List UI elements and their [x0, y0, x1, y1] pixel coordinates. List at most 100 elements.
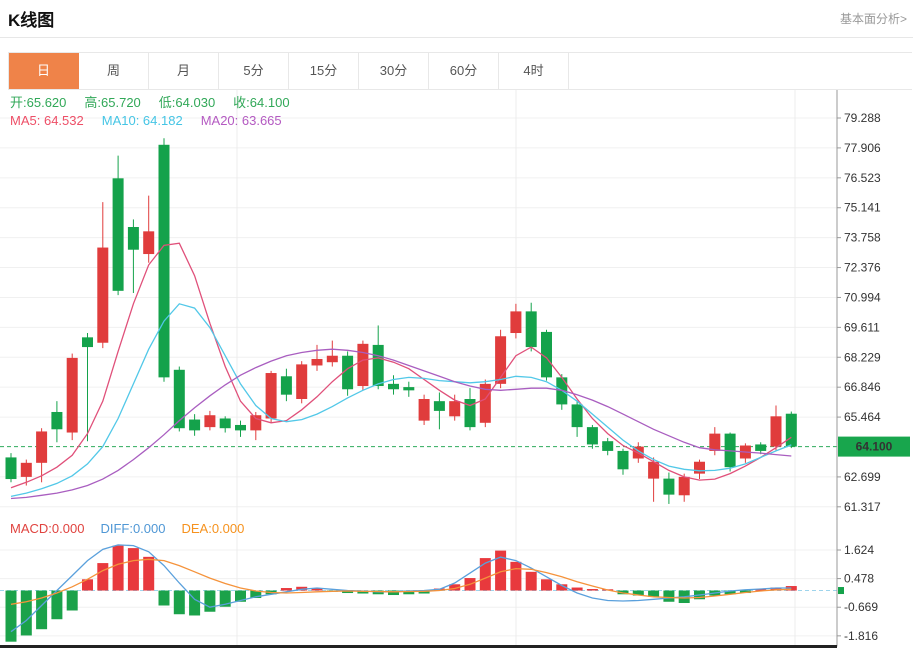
page-title: K线图	[8, 6, 54, 31]
macd-bar	[526, 572, 537, 591]
candle-body	[510, 311, 521, 333]
candle-body	[250, 415, 261, 430]
legend-label: 开:	[10, 95, 27, 110]
ma10-line	[11, 304, 791, 497]
candle-body	[159, 145, 170, 378]
macd-legend-item: MACD:0.000	[10, 521, 84, 536]
candle-body	[296, 364, 307, 399]
legend-value: 65.620	[27, 95, 67, 110]
ma5-legend-item: MA5: 64.532	[10, 113, 84, 128]
macd-bar	[541, 579, 552, 590]
candle-body	[618, 451, 629, 469]
candle-body	[281, 376, 292, 394]
tick-label: 65.464	[844, 410, 881, 424]
candle-body	[786, 414, 797, 447]
legend-value: 63.665	[242, 113, 282, 128]
macd-histogram	[6, 546, 797, 642]
ma20-line	[11, 349, 791, 498]
ohlc-legend-item: 收:64.100	[233, 92, 289, 111]
tab-week[interactable]: 周	[79, 53, 149, 89]
macd-bar	[663, 591, 674, 602]
candle-body	[403, 387, 414, 390]
candle-body	[220, 418, 231, 428]
legend-label: 高:	[84, 95, 101, 110]
legend-label: 收:	[233, 95, 250, 110]
fundamental-analysis-link[interactable]: 基本面分析>	[840, 10, 907, 27]
candle-body	[235, 425, 246, 430]
macd-bar	[67, 591, 78, 611]
candle-body	[128, 227, 139, 250]
macd-bar	[510, 562, 521, 591]
legend-value: 65.720	[101, 95, 141, 110]
candle-body	[694, 462, 705, 474]
candle-body	[602, 441, 613, 451]
legend-label: DIFF:	[100, 521, 133, 536]
candle-body	[82, 337, 93, 347]
candle-body	[572, 404, 583, 427]
tab-15min[interactable]: 15分	[289, 53, 359, 89]
candle-body	[174, 370, 185, 428]
tab-month[interactable]: 月	[149, 53, 219, 89]
tick-label: 72.376	[844, 261, 881, 275]
dea-legend-item: DEA:0.000	[181, 521, 244, 536]
macd-bar	[21, 591, 32, 636]
ohlc-legend-item: 高:65.720	[84, 92, 140, 111]
tab-4hour[interactable]: 4时	[499, 53, 569, 89]
candle-body	[97, 248, 108, 343]
legend-label: MACD:	[10, 521, 52, 536]
legend-value: 0.000	[212, 521, 245, 536]
candle-body	[21, 463, 32, 477]
legend-label: DEA:	[181, 521, 211, 536]
legend-label: MA20:	[201, 113, 242, 128]
candle-body	[51, 412, 62, 429]
macd-bar	[174, 591, 185, 615]
macd-bar	[587, 589, 598, 590]
candle-body	[449, 401, 460, 416]
candle-body	[709, 434, 720, 451]
candle-body	[419, 399, 430, 421]
candle-body	[663, 479, 674, 495]
tab-5min[interactable]: 5分	[219, 53, 289, 89]
candles-layer	[6, 138, 797, 504]
candle-body	[67, 358, 78, 433]
candle-body	[36, 431, 47, 462]
candle-body	[357, 344, 368, 386]
candle-body	[388, 384, 399, 389]
candle-body	[143, 231, 154, 254]
ma5-line	[11, 243, 791, 488]
tick-label: 70.994	[844, 290, 881, 304]
tick-label: -0.669	[844, 600, 878, 614]
candle-body	[373, 345, 384, 386]
candle-body	[6, 457, 17, 479]
candle-body	[434, 401, 445, 411]
candle-body	[327, 356, 338, 362]
legend-value: 0.000	[52, 521, 85, 536]
legend-value: 64.100	[250, 95, 290, 110]
ma20-legend-item: MA20: 63.665	[201, 113, 282, 128]
ohlc-legend-item: 开:65.620	[10, 92, 66, 111]
ma-legend: MA5: 64.532 MA10: 64.182 MA20: 63.665	[10, 113, 282, 128]
tick-label: 1.624	[844, 543, 874, 557]
macd-bar	[97, 563, 108, 590]
legend-label: 低:	[159, 95, 176, 110]
tick-label: 69.611	[844, 320, 880, 334]
candle-body	[755, 444, 766, 450]
diff-legend-item: DIFF:0.000	[100, 521, 165, 536]
macd-bar	[572, 588, 583, 591]
tab-30min[interactable]: 30分	[359, 53, 429, 89]
candle-body	[312, 359, 323, 365]
legend-label: MA10:	[102, 113, 143, 128]
macd-bar	[113, 546, 124, 591]
tick-label: 61.317	[844, 500, 881, 514]
candle-body	[587, 427, 598, 444]
ma-lines-layer	[11, 243, 791, 498]
legend-value: 64.532	[44, 113, 84, 128]
badge-text: 64.100	[856, 440, 893, 454]
legend-value: 64.030	[175, 95, 215, 110]
tab-day[interactable]: 日	[9, 53, 79, 89]
candle-body	[526, 311, 537, 347]
tab-60min[interactable]: 60分	[429, 53, 499, 89]
macd-bar	[204, 591, 215, 612]
ohlc-legend-item: 低:64.030	[159, 92, 215, 111]
ma10-legend-item: MA10: 64.182	[102, 113, 183, 128]
